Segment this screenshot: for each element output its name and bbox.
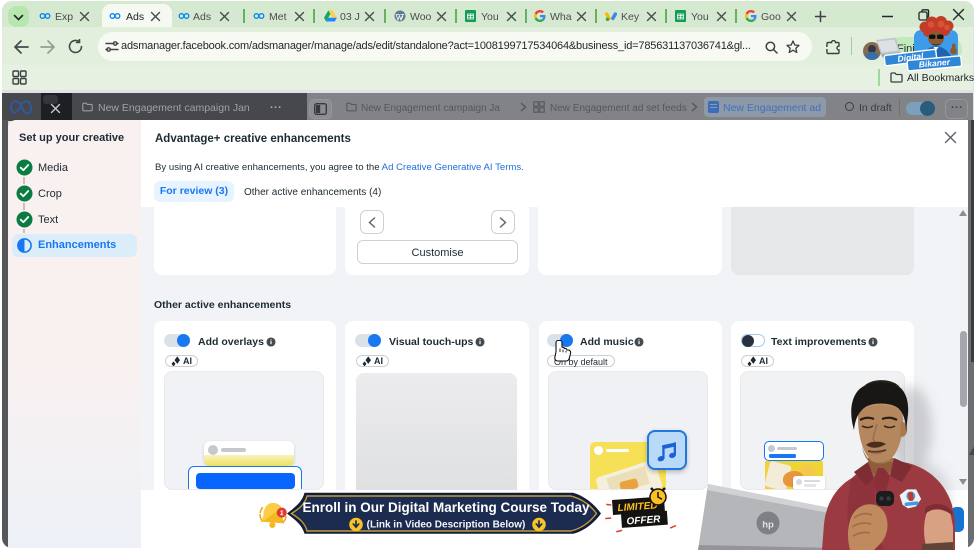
svg-text:Enroll in Our Digital Marketin: Enroll in Our Digital Marketing Course T…: [302, 500, 590, 515]
svg-text:OFFER: OFFER: [626, 514, 661, 527]
svg-text:(Link in Video Description Bel: (Link in Video Description Below): [367, 520, 526, 531]
svg-text:hp: hp: [762, 520, 774, 531]
svg-text:1: 1: [279, 510, 283, 517]
